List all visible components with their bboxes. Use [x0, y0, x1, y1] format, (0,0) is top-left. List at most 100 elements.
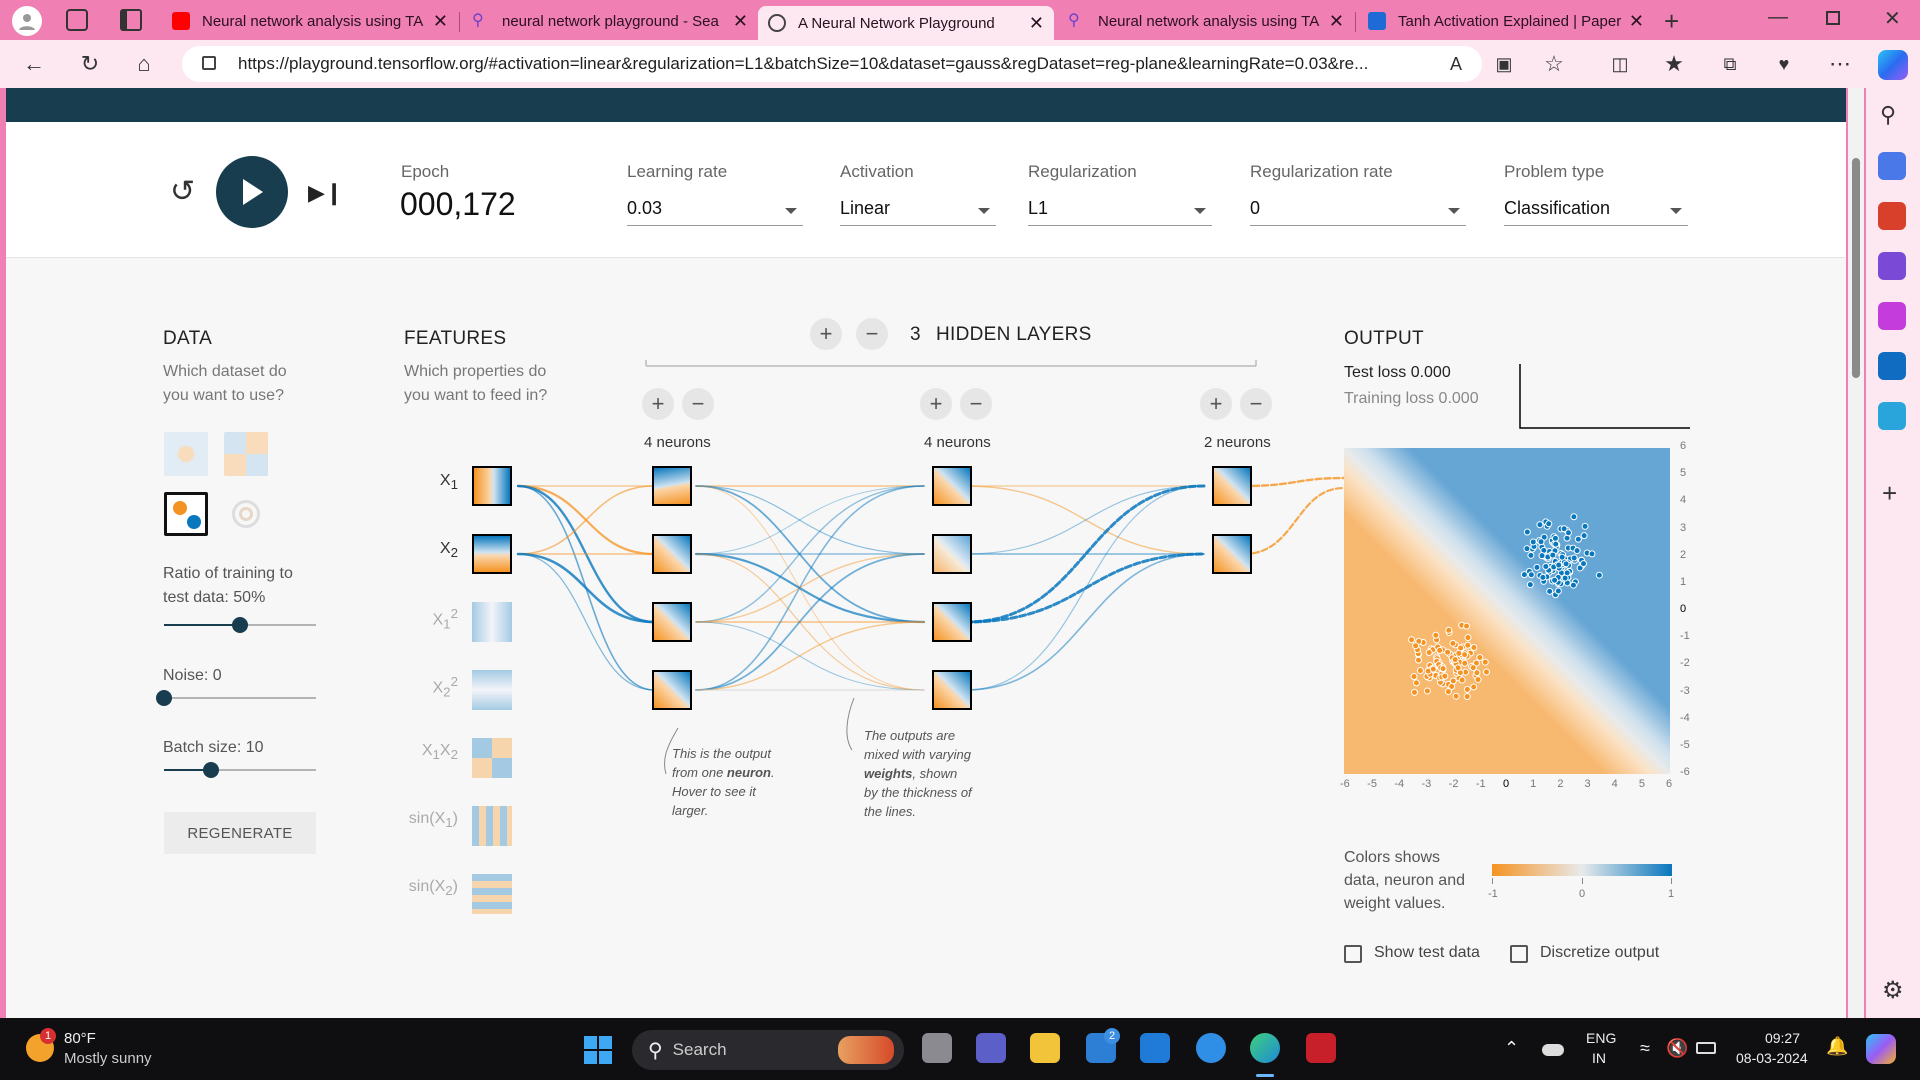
input-node-x2[interactable]	[472, 534, 512, 574]
sidebar-telegram-icon[interactable]	[1878, 402, 1906, 430]
lang-2[interactable]: IN	[1592, 1050, 1606, 1066]
favorite-star-icon[interactable]: ☆	[1540, 50, 1568, 78]
hp-app-icon[interactable]	[1140, 1033, 1170, 1063]
more-options-icon[interactable]: ⋯	[1826, 50, 1854, 78]
edge-icon[interactable]	[1250, 1033, 1280, 1063]
neuron-l3-1[interactable]	[1212, 466, 1252, 506]
input-node-sinx1[interactable]	[472, 806, 512, 846]
minimize-button[interactable]: —	[1768, 6, 1788, 29]
profile-avatar[interactable]	[12, 6, 42, 36]
close-tab-icon[interactable]: ✕	[1629, 11, 1644, 32]
close-tab-icon[interactable]: ✕	[1029, 13, 1044, 34]
start-button[interactable]	[584, 1036, 612, 1064]
onedrive-icon[interactable]	[1542, 1044, 1564, 1056]
sidebar-tools-icon[interactable]	[1878, 202, 1906, 230]
show-test-data-checkbox[interactable]	[1344, 945, 1362, 963]
layer1-remove-neuron-button[interactable]: −	[682, 388, 714, 420]
output-title: OUTPUT	[1344, 328, 1424, 349]
copilot-taskbar-icon[interactable]	[1866, 1034, 1896, 1064]
data-point	[1423, 687, 1431, 695]
clock-time[interactable]: 09:27	[1744, 1030, 1800, 1046]
favorites-icon[interactable]: ★	[1660, 50, 1688, 78]
workspaces-icon[interactable]	[66, 9, 88, 31]
collections-icon[interactable]: ⧉	[1716, 50, 1744, 78]
teams-icon[interactable]	[976, 1033, 1006, 1063]
layer3-add-neuron-button[interactable]: +	[1200, 388, 1232, 420]
notification-bell-icon[interactable]: 🔔	[1826, 1036, 1848, 1057]
tab-paper[interactable]: Tanh Activation Explained | Paper ✕	[1358, 6, 1654, 36]
input-node-sinx2[interactable]	[472, 874, 512, 914]
file-explorer-icon[interactable]	[1030, 1033, 1060, 1063]
task-view-icon[interactable]	[922, 1033, 952, 1063]
home-icon[interactable]: ⌂	[130, 50, 158, 78]
data-point	[1432, 631, 1440, 639]
tab-actions-icon[interactable]	[120, 9, 142, 31]
new-tab-button[interactable]: +	[1664, 6, 1679, 37]
mcafee-icon[interactable]	[1306, 1033, 1336, 1063]
data-point	[1451, 656, 1459, 664]
sidebar-search-icon[interactable]: ⚲	[1880, 102, 1896, 128]
data-point	[1546, 587, 1554, 595]
layer1-add-neuron-button[interactable]: +	[642, 388, 674, 420]
data-point	[1542, 562, 1550, 570]
performance-icon[interactable]: ♥	[1770, 50, 1798, 78]
neuron-l3-2[interactable]	[1212, 534, 1252, 574]
layer2-remove-neuron-button[interactable]: −	[960, 388, 992, 420]
add-layer-button[interactable]: +	[810, 318, 842, 350]
battery-icon[interactable]	[1696, 1042, 1716, 1054]
neuron-l1-4[interactable]	[652, 670, 692, 710]
tab-youtube-1[interactable]: Neural network analysis using TA ✕	[162, 6, 458, 36]
sidebar-m365-icon[interactable]	[1878, 302, 1906, 330]
training-loss: Training loss 0.000	[1344, 390, 1479, 407]
input-node-x1sq[interactable]	[472, 602, 512, 642]
input-node-x2sq[interactable]	[472, 670, 512, 710]
x-tick-label: -1	[1475, 778, 1486, 790]
split-screen-icon[interactable]: ◫	[1606, 50, 1634, 78]
discretize-output-checkbox[interactable]	[1510, 945, 1528, 963]
paper-favicon-icon	[1368, 12, 1386, 30]
show-hidden-icons[interactable]: ⌃	[1504, 1038, 1519, 1059]
immersive-reader-icon[interactable]: ▣	[1490, 50, 1518, 78]
sidebar-settings-icon[interactable]: ⚙	[1882, 976, 1904, 1005]
refresh-icon[interactable]: ↻	[76, 50, 104, 78]
neuron-l2-3[interactable]	[932, 602, 972, 642]
read-aloud-icon[interactable]: A	[1442, 50, 1470, 78]
input-node-x1x2[interactable]	[472, 738, 512, 778]
url-field[interactable]: https://playground.tensorflow.org/#activ…	[182, 46, 1482, 82]
close-tab-icon[interactable]: ✕	[433, 11, 448, 32]
sidebar-shopping-icon[interactable]	[1878, 152, 1906, 180]
remove-layer-button[interactable]: −	[856, 318, 888, 350]
tab-search[interactable]: ⚲ neural network playground - Sea ✕	[462, 6, 758, 36]
data-point	[1537, 538, 1545, 546]
taskbar-search-box[interactable]: ⚲ Search	[632, 1030, 904, 1070]
data-point	[1569, 581, 1577, 589]
wifi-icon[interactable]: ≈	[1640, 1038, 1650, 1059]
layer3-remove-neuron-button[interactable]: −	[1240, 388, 1272, 420]
scrollbar-thumb[interactable]	[1852, 158, 1860, 378]
neuron-l2-4[interactable]	[932, 670, 972, 710]
lang-1[interactable]: ENG	[1586, 1030, 1616, 1046]
tab-playground[interactable]: A Neural Network Playground ✕	[758, 6, 1054, 40]
close-window-button[interactable]: ✕	[1884, 6, 1901, 31]
close-tab-icon[interactable]: ✕	[1329, 11, 1344, 32]
data-point	[1408, 636, 1416, 644]
tab-search-2[interactable]: ⚲ Neural network analysis using TA ✕	[1058, 6, 1354, 36]
clock-date[interactable]: 08-03-2024	[1736, 1050, 1808, 1066]
neuron-l1-3[interactable]	[652, 602, 692, 642]
layer2-add-neuron-button[interactable]: +	[920, 388, 952, 420]
sidebar-outlook-icon[interactable]	[1878, 352, 1906, 380]
page-scrollbar[interactable]	[1848, 88, 1864, 1018]
help-icon[interactable]	[1196, 1033, 1226, 1063]
back-icon[interactable]: ←	[20, 50, 48, 78]
close-tab-icon[interactable]: ✕	[733, 11, 748, 32]
volume-icon[interactable]: 🔇	[1666, 1038, 1688, 1059]
neuron-l2-1[interactable]	[932, 466, 972, 506]
neuron-l1-1[interactable]	[652, 466, 692, 506]
copilot-icon[interactable]	[1878, 50, 1908, 80]
sidebar-games-icon[interactable]	[1878, 252, 1906, 280]
input-node-x1[interactable]	[472, 466, 512, 506]
neuron-l1-2[interactable]	[652, 534, 692, 574]
maximize-button[interactable]	[1826, 11, 1840, 25]
sidebar-add-icon[interactable]: +	[1882, 478, 1897, 509]
neuron-l2-2[interactable]	[932, 534, 972, 574]
